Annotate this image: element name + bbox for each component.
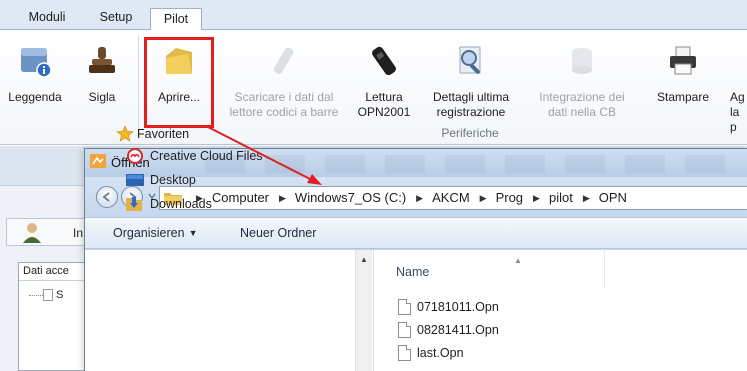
stamp-icon bbox=[89, 47, 115, 73]
caret-down-icon: ▼ bbox=[188, 228, 198, 238]
dialog-app-icon bbox=[90, 154, 106, 168]
column-header-name[interactable]: Name bbox=[396, 265, 429, 279]
breadcrumb-item-windows7-os[interactable]: Windows7_OS (C:) bbox=[295, 190, 406, 205]
integrazione-dati-label: Integrazione dei dati nella CB bbox=[539, 90, 625, 119]
leggenda-label: Leggenda bbox=[8, 90, 62, 104]
organize-label: Organisieren bbox=[113, 226, 185, 240]
ribbon-separator bbox=[138, 36, 139, 136]
document-icon bbox=[398, 345, 411, 361]
printer-icon bbox=[670, 46, 696, 75]
new-folder-button[interactable]: Neuer Ordner bbox=[240, 226, 316, 240]
stampare-label: Stampare bbox=[656, 90, 710, 104]
ribbon-panel: Leggenda Sigla Aprire... Scaricare i dat… bbox=[0, 30, 747, 145]
legend-info-icon bbox=[21, 48, 52, 78]
lettura-opn2001-button[interactable]: Lettura OPN2001 bbox=[352, 30, 416, 140]
back-button[interactable] bbox=[96, 186, 118, 208]
organize-button[interactable]: Organisieren ▼ bbox=[113, 226, 198, 240]
background-list-row-label: S bbox=[56, 289, 64, 301]
breadcrumb-item-opn[interactable]: OPN bbox=[599, 190, 627, 205]
navigation-pane bbox=[85, 250, 373, 371]
desktop-icon bbox=[126, 174, 144, 186]
tab-moduli[interactable]: Moduli bbox=[18, 7, 76, 30]
breadcrumb: ▶ Computer ▶ Windows7_OS (C:) ▶ AKCM ▶ Prog ▶ pil… bbox=[186, 190, 627, 205]
address-bar[interactable]: ▶ Computer ▶ Windows7_OS (C:) ▶ AKCM ▶ Prog ▶ pil… bbox=[159, 186, 747, 210]
background-tab[interactable]: In bbox=[6, 218, 86, 246]
file-name: 07181011.Opn bbox=[417, 300, 499, 314]
dettagli-registrazione-button[interactable]: Dettagli ultima registrazione bbox=[426, 30, 516, 140]
breadcrumb-item-akcm[interactable]: AKCM bbox=[432, 190, 470, 205]
navigation-pane-scrollbar[interactable]: ▲ bbox=[355, 250, 372, 371]
arrow-left-icon bbox=[102, 192, 110, 202]
lettura-opn2001-label: Lettura OPN2001 bbox=[357, 90, 411, 119]
breadcrumb-item-computer[interactable]: Computer bbox=[212, 190, 269, 205]
partial-ribbon-button[interactable]: Ag la p bbox=[726, 30, 747, 140]
breadcrumb-item-prog[interactable]: Prog bbox=[496, 190, 523, 205]
sort-ascending-icon: ▲ bbox=[514, 256, 522, 265]
nav-item-label: Creative Cloud Files bbox=[150, 149, 263, 163]
leggenda-button[interactable]: Leggenda bbox=[0, 30, 70, 140]
scroll-up-icon[interactable]: ▲ bbox=[360, 255, 368, 264]
barcode-download-button[interactable]: Scaricare i dati dal lettore codici a ba… bbox=[220, 30, 348, 140]
column-separator[interactable] bbox=[604, 249, 605, 289]
tab-pilot[interactable]: Pilot bbox=[150, 8, 202, 31]
file-name: last.Opn bbox=[417, 346, 464, 360]
chevron-right-icon[interactable]: ▶ bbox=[279, 193, 286, 204]
background-list-header: Dati acce bbox=[19, 263, 89, 281]
user-icon bbox=[23, 223, 41, 243]
chevron-right-icon[interactable]: ▶ bbox=[416, 193, 423, 204]
opn2001-scanner-icon bbox=[372, 46, 396, 76]
stampare-button[interactable]: Stampare bbox=[648, 30, 718, 140]
nav-item-label: Desktop bbox=[150, 173, 196, 187]
chevron-right-icon[interactable]: ▶ bbox=[583, 193, 590, 204]
nav-item-label: Favoriten bbox=[137, 127, 190, 141]
ribbon-tab-bar: Moduli Setup Pilot bbox=[0, 0, 747, 31]
sigla-button[interactable]: Sigla bbox=[74, 30, 130, 140]
barcode-download-label: Scaricare i dati dal lettore codici a ba… bbox=[229, 90, 339, 119]
sigla-label: Sigla bbox=[88, 90, 116, 104]
background-tab-label: In bbox=[73, 226, 84, 240]
downloads-folder-icon bbox=[126, 197, 142, 211]
breadcrumb-item-pilot[interactable]: pilot bbox=[549, 190, 573, 205]
barcode-reader-icon bbox=[273, 47, 294, 75]
ribbon-group-label: Periferiche bbox=[441, 126, 499, 140]
star-icon bbox=[116, 126, 134, 142]
tab-setup[interactable]: Setup bbox=[92, 7, 140, 30]
file-name: 08281411.Opn bbox=[417, 323, 499, 337]
chevron-right-icon[interactable]: ▶ bbox=[533, 193, 540, 204]
document-icon bbox=[43, 289, 53, 302]
integrazione-dati-button[interactable]: Integrazione dei dati nella CB bbox=[530, 30, 634, 140]
magnifier-icon bbox=[459, 46, 481, 74]
creative-cloud-icon bbox=[127, 148, 143, 164]
dettagli-registrazione-label: Dettagli ultima registrazione bbox=[432, 90, 510, 119]
document-icon bbox=[398, 322, 411, 338]
database-icon bbox=[572, 48, 592, 74]
aprire-highlight-box bbox=[144, 37, 214, 128]
background-list-row[interactable]: S bbox=[29, 289, 64, 302]
background-window-ghost bbox=[205, 155, 745, 173]
dialog-command-bar: Organisieren ▼ Neuer Ordner bbox=[85, 217, 747, 249]
partial-ribbon-label: Ag la p bbox=[730, 90, 745, 134]
background-list: Dati acce S bbox=[18, 262, 89, 371]
chevron-right-icon[interactable]: ▶ bbox=[480, 193, 487, 204]
nav-item-label: Downloads bbox=[150, 197, 212, 211]
tree-line bbox=[29, 294, 43, 296]
document-icon bbox=[398, 299, 411, 315]
